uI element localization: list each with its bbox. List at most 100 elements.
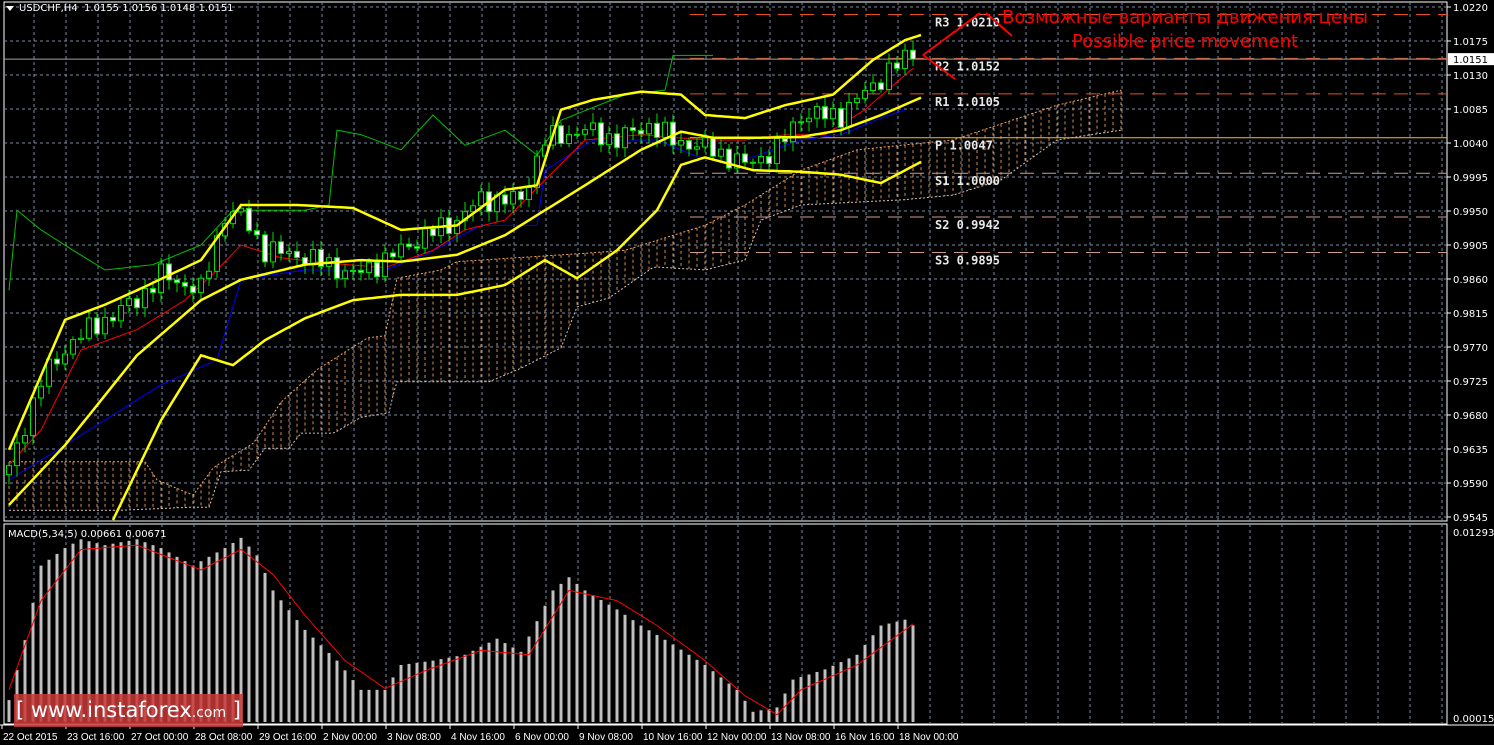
bearish-candle: [134, 298, 140, 309]
bearish-candle: [246, 207, 252, 232]
macd-histogram-bar: [695, 659, 699, 722]
price-tick-label: 0.9815: [1453, 309, 1488, 320]
bullish-candle: [854, 97, 860, 104]
time-tick-label: 27 Oct 00:00: [131, 732, 189, 743]
macd-histogram-bar: [631, 620, 635, 722]
collapse-triangle-icon[interactable]: [6, 5, 14, 11]
price-tick-label: 0.9950: [1453, 207, 1488, 218]
current-price-label: 1.0151: [1453, 55, 1488, 66]
bullish-candle: [70, 339, 76, 355]
macd-histogram-bar: [791, 679, 795, 722]
bullish-candle: [510, 191, 516, 205]
bullish-candle: [774, 138, 780, 165]
main-pane-frame: [3, 1, 1448, 522]
price-tick-label: 0.9590: [1453, 479, 1488, 490]
bullish-candle: [662, 121, 668, 138]
macd-histogram-bar: [719, 677, 723, 722]
bearish-candle: [390, 252, 396, 258]
bullish-candle: [814, 106, 820, 119]
time-tick-label: 6 Nov 00:00: [515, 732, 569, 743]
bearish-candle: [638, 129, 644, 135]
macd-histogram-bar: [247, 546, 251, 722]
bullish-candle: [78, 337, 84, 341]
macd-histogram-bar: [815, 671, 819, 722]
bearish-candle: [358, 269, 364, 273]
macd-histogram-bar: [887, 623, 891, 722]
macd-histogram-bar: [383, 689, 387, 722]
bearish-candle: [822, 106, 828, 120]
bearish-candle: [406, 243, 412, 248]
bullish-candle: [30, 397, 36, 437]
macd-histogram-bar: [831, 665, 835, 722]
bullish-candle: [582, 129, 588, 135]
bearish-candle: [502, 194, 508, 205]
macd-histogram-bar: [263, 572, 267, 722]
macd-histogram-bar: [375, 689, 379, 722]
bearish-candle: [150, 288, 156, 294]
macd-histogram-bar: [303, 629, 307, 722]
pivot-label: P 1.0047: [935, 139, 993, 153]
time-tick-label: 12 Nov 00:00: [707, 732, 767, 743]
bearish-candle: [414, 246, 420, 249]
watermark-bracket: [: [16, 698, 25, 722]
bullish-candle: [422, 228, 428, 249]
time-tick-label: 28 Oct 08:00: [195, 732, 253, 743]
bearish-candle: [630, 127, 636, 131]
bearish-candle: [430, 228, 436, 237]
bollinger-upper-line: [7, 33, 922, 451]
annotation-english: Possible price movement: [1071, 31, 1299, 52]
macd-histogram-bar: [311, 637, 315, 722]
macd-histogram-bar: [343, 670, 347, 722]
bearish-candle: [190, 285, 196, 294]
bullish-candle: [86, 317, 92, 339]
macd-histogram-bar: [479, 646, 483, 722]
bullish-candle: [606, 133, 612, 146]
watermark-suffix: .com: [191, 705, 227, 721]
bullish-candle: [350, 269, 356, 272]
macd-histogram-bar: [679, 649, 683, 722]
bullish-candle: [118, 305, 124, 322]
bearish-candle: [294, 250, 300, 259]
bearish-candle: [894, 62, 900, 69]
bullish-candle: [286, 250, 292, 254]
macd-histogram-bar: [655, 635, 659, 722]
price-chart[interactable]: 1.0220 1.0175 1.0130 1.0085 1.0040 0.9995 0.99…: [0, 0, 1494, 745]
bullish-candle: [870, 82, 876, 92]
bullish-candle: [718, 148, 724, 157]
macd-tick-label: 0.00015: [1453, 714, 1494, 725]
time-tick-label: 23 Oct 16:00: [67, 732, 125, 743]
price-tick-label: 1.0085: [1453, 105, 1488, 116]
macd-histogram-bar: [455, 656, 459, 722]
macd-histogram-bar: [727, 683, 731, 722]
bullish-candle: [646, 122, 652, 135]
price-tick-label: 1.0220: [1453, 3, 1488, 14]
bullish-candle: [862, 90, 868, 99]
watermark-text: www.instaforex: [30, 698, 192, 722]
macd-histogram-bar: [463, 654, 467, 722]
macd-histogram-bar: [751, 711, 755, 722]
chikou-span-line: [8, 54, 713, 291]
price-tick-label: 1.0130: [1453, 71, 1488, 82]
macd-tick-label: 0.01293: [1453, 528, 1494, 539]
bullish-candle: [846, 102, 852, 128]
macd-label: MACD(5,34,5) 0.00661 0.00671: [8, 529, 167, 540]
macd-histogram-bar: [647, 630, 651, 722]
price-tick-label: 0.9635: [1453, 445, 1488, 456]
bearish-candle: [174, 279, 180, 284]
bearish-candle: [558, 125, 564, 145]
price-tick-label: 0.9680: [1453, 411, 1488, 422]
bearish-candle: [750, 161, 756, 164]
time-tick-label: 9 Nov 08:00: [579, 732, 633, 743]
macd-histogram-bar: [471, 650, 475, 722]
bearish-candle: [654, 122, 660, 138]
bearish-candle: [166, 263, 172, 281]
bullish-candle: [758, 156, 764, 164]
bullish-candle: [206, 270, 212, 279]
time-tick-label: 10 Nov 16:00: [643, 732, 703, 743]
bullish-candle: [566, 134, 572, 145]
bearish-candle: [262, 234, 268, 263]
macd-histogram-bar: [319, 645, 323, 722]
bullish-candle: [342, 270, 348, 279]
bullish-candle: [622, 127, 628, 149]
macd-histogram-bar: [743, 700, 747, 722]
